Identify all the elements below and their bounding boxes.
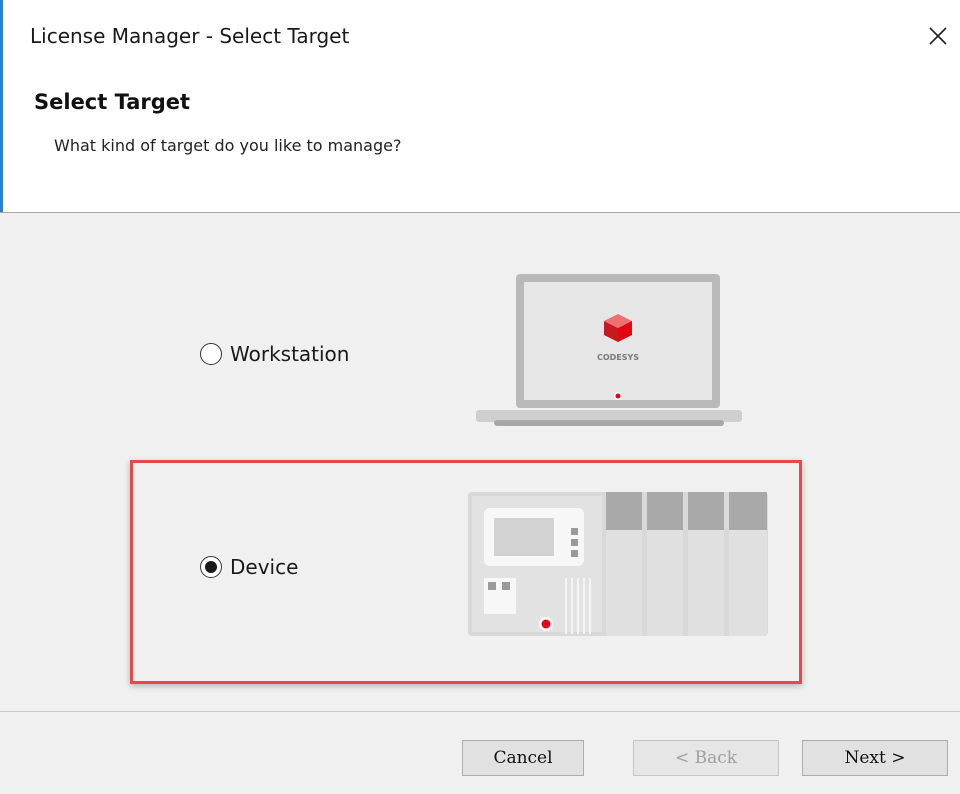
workstation-option[interactable]: Workstation — [200, 342, 349, 366]
workstation-radio[interactable] — [200, 343, 222, 365]
window-title: License Manager - Select Target — [30, 24, 350, 48]
page-title: Select Target — [34, 90, 191, 114]
laptop-brand-label: CODESYS — [597, 353, 639, 362]
device-highlight-box — [130, 460, 802, 684]
back-button[interactable]: < Back — [633, 740, 779, 776]
license-manager-dialog: License Manager - Select Target Select T… — [0, 0, 960, 794]
next-button[interactable]: Next > — [802, 740, 948, 776]
close-button[interactable] — [916, 14, 960, 58]
title-bar[interactable]: License Manager - Select Target — [0, 0, 960, 78]
close-icon — [929, 27, 947, 45]
workstation-label: Workstation — [230, 342, 350, 366]
footer-divider — [0, 711, 960, 712]
cancel-button[interactable]: Cancel — [462, 740, 584, 776]
page-subtitle: What kind of target do you like to manag… — [54, 136, 402, 155]
laptop-icon: CODESYS — [476, 274, 742, 426]
